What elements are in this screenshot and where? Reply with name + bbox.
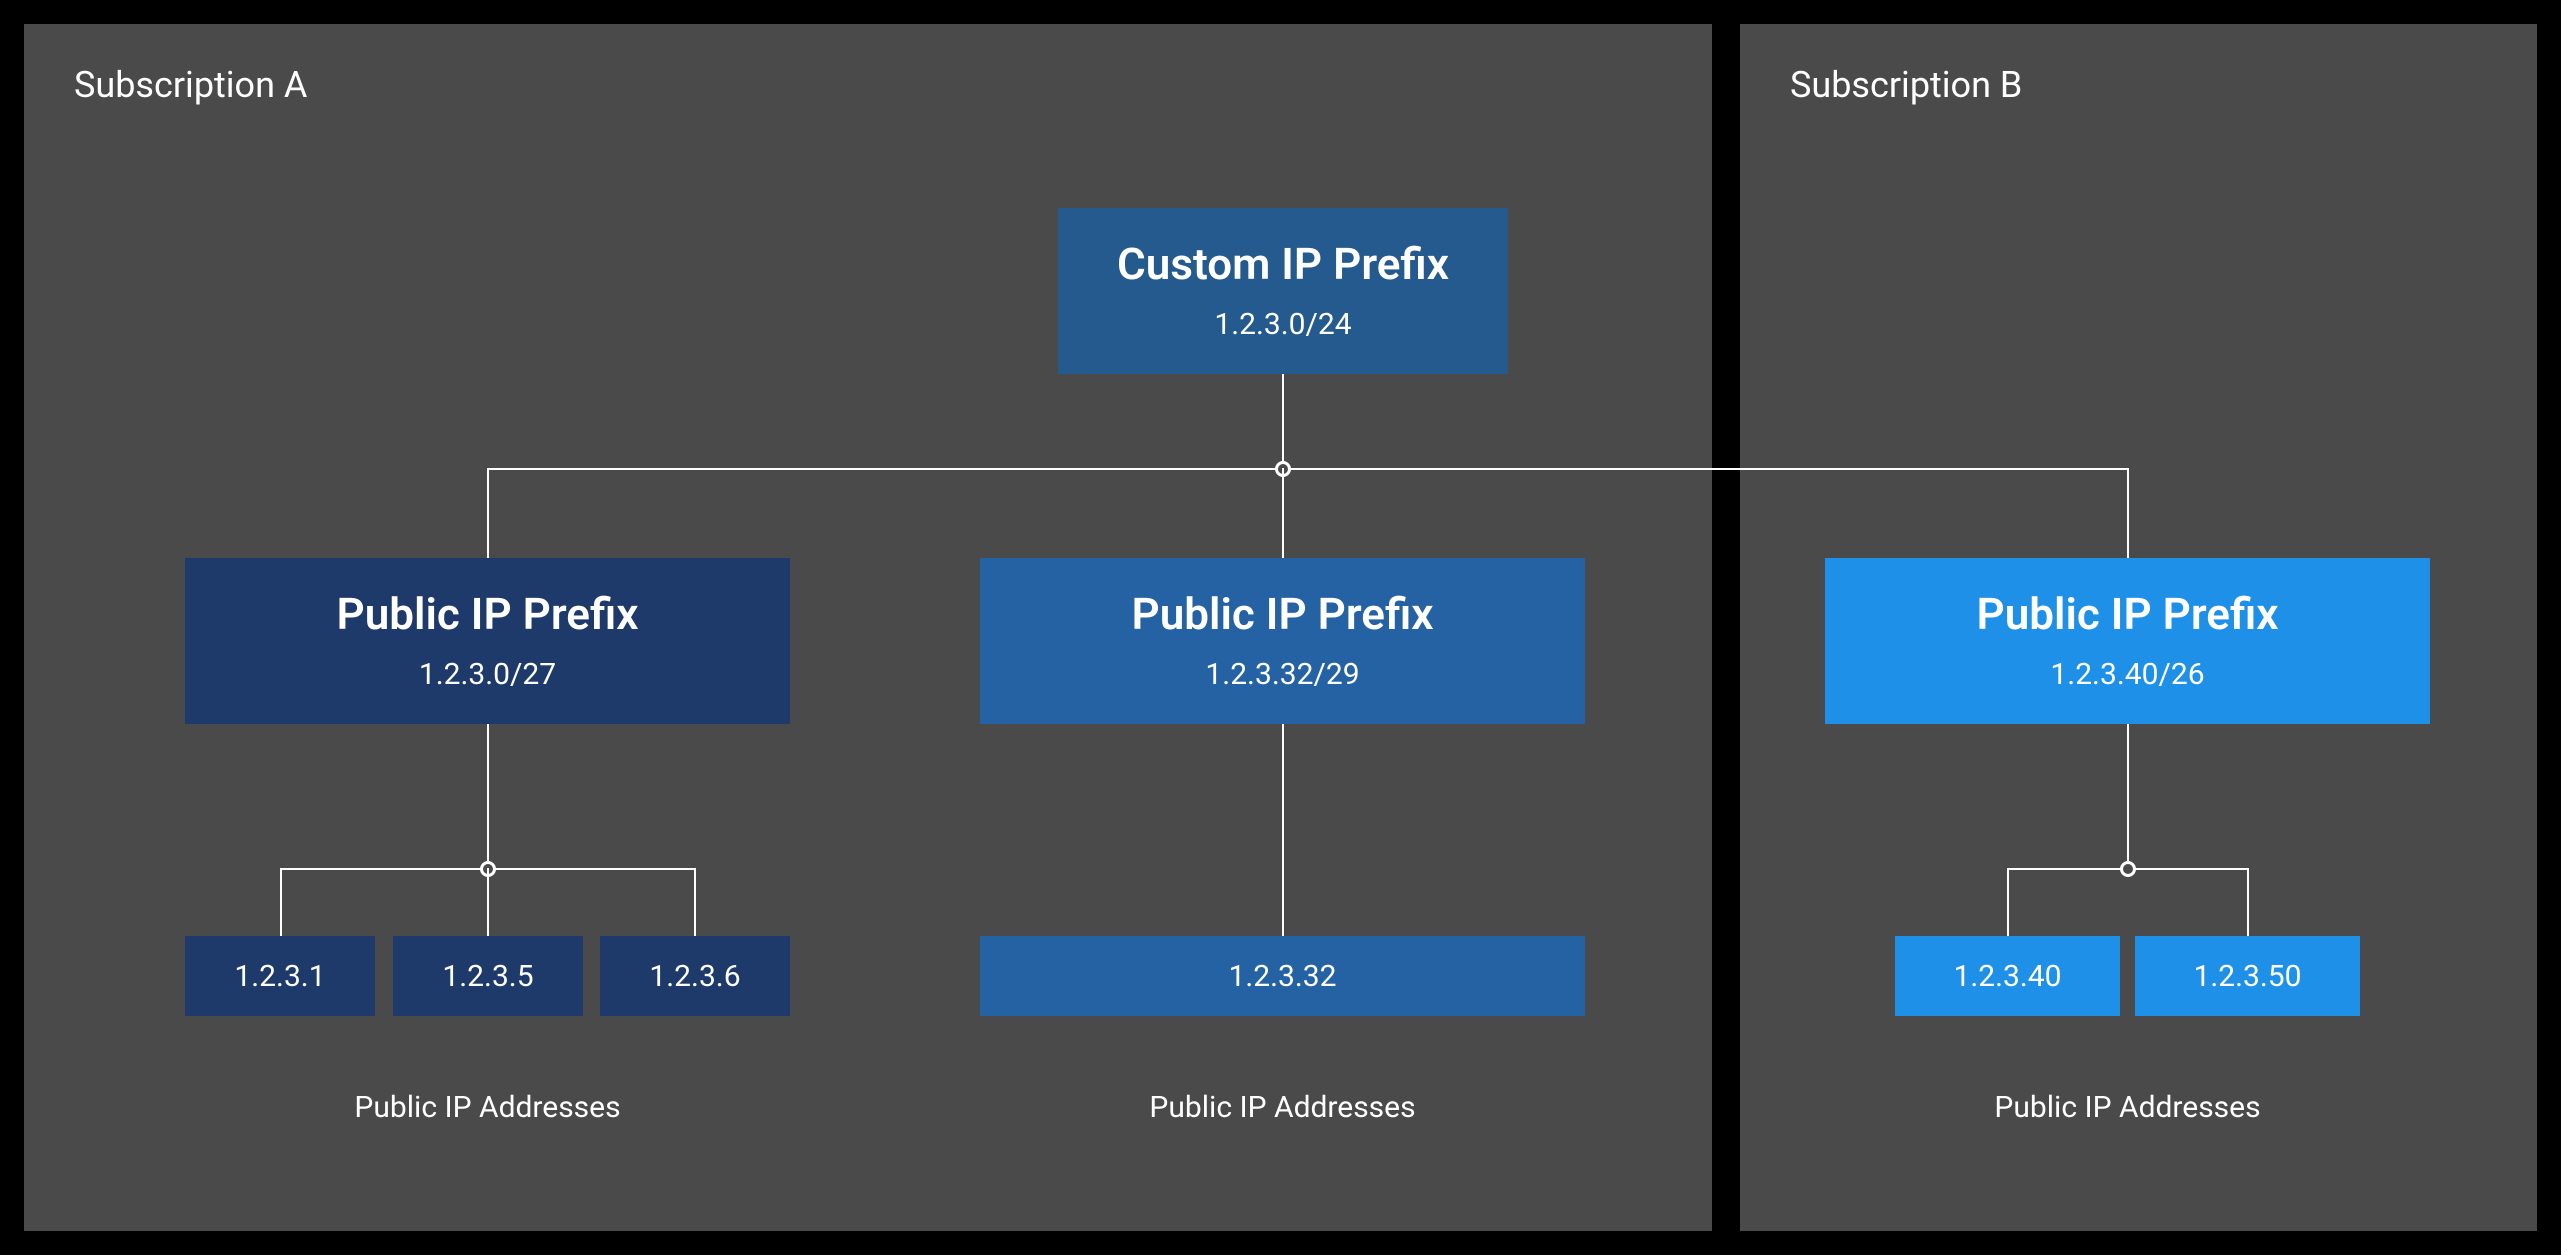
connector-line [694,868,696,936]
ip-address-node: 1.2.3.1 [185,936,375,1016]
connector-line [280,868,282,936]
connector-line [1282,468,1284,558]
node-cidr: 1.2.3.32/29 [1205,657,1359,692]
subscription-a-title: Subscription A [74,64,307,106]
ip-address-value: 1.2.3.5 [442,959,533,994]
connector-line [2127,724,2129,868]
node-title: Custom IP Prefix [1117,240,1449,288]
connector-junction [2120,861,2136,877]
ip-address-value: 1.2.3.1 [234,959,325,994]
connector-line [487,724,489,868]
connector-line [2007,868,2009,936]
subscription-b-title: Subscription B [1790,64,2022,106]
public-ip-prefix-node-1: Public IP Prefix 1.2.3.0/27 [185,558,790,724]
node-title: Public IP Prefix [1132,590,1434,638]
ip-address-value: 1.2.3.32 [1228,959,1336,994]
connector-line [487,468,2129,470]
node-cidr: 1.2.3.0/24 [1214,307,1351,342]
public-ip-prefix-node-2: Public IP Prefix 1.2.3.32/29 [980,558,1585,724]
node-cidr: 1.2.3.40/26 [2050,657,2204,692]
node-title: Public IP Prefix [1977,590,2279,638]
connector-line [487,868,489,936]
ip-address-node: 1.2.3.6 [600,936,790,1016]
node-title: Public IP Prefix [337,590,639,638]
ip-address-node: 1.2.3.40 [1895,936,2120,1016]
ip-address-value: 1.2.3.6 [649,959,740,994]
ip-address-node: 1.2.3.50 [2135,936,2360,1016]
public-ip-prefix-node-3: Public IP Prefix 1.2.3.40/26 [1825,558,2430,724]
diagram-canvas: Subscription A Subscription B Custom IP … [0,0,2561,1255]
addresses-caption: Public IP Addresses [1825,1090,2430,1125]
ip-address-value: 1.2.3.40 [1953,959,2061,994]
addresses-caption: Public IP Addresses [185,1090,790,1125]
connector-line [1282,724,1284,936]
ip-address-value: 1.2.3.50 [2193,959,2301,994]
node-cidr: 1.2.3.0/27 [419,657,556,692]
ip-address-node: 1.2.3.32 [980,936,1585,1016]
addresses-caption: Public IP Addresses [980,1090,1585,1125]
connector-line [2127,468,2129,558]
ip-address-node: 1.2.3.5 [393,936,583,1016]
custom-ip-prefix-node: Custom IP Prefix 1.2.3.0/24 [1058,208,1508,374]
connector-line [2247,868,2249,936]
connector-line [1282,374,1284,468]
connector-line [487,468,489,558]
